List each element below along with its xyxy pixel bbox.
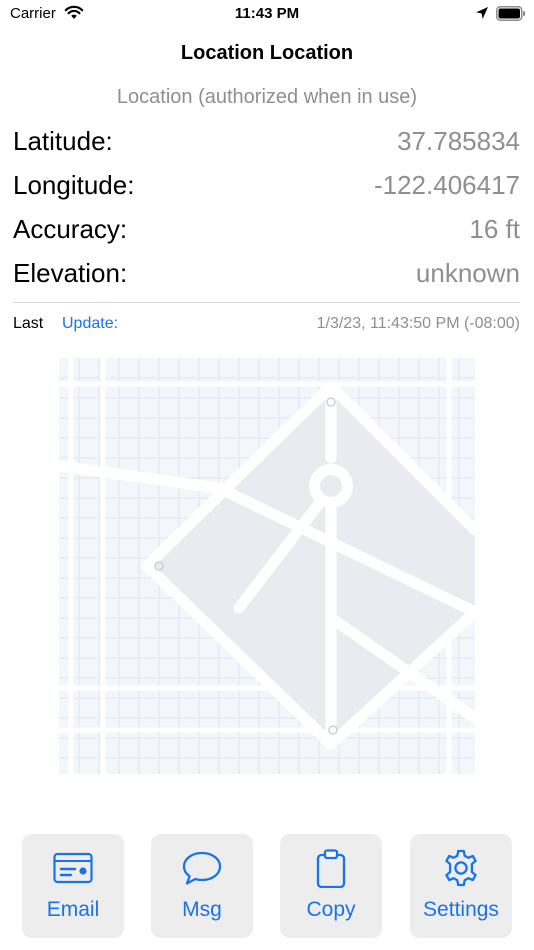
longitude-label: Longitude: xyxy=(13,170,135,200)
divider xyxy=(13,302,520,303)
longitude-row: Longitude: -122.406417 xyxy=(13,170,520,206)
copy-button[interactable]: Copy xyxy=(280,834,382,938)
update-link[interactable]: Update: xyxy=(62,315,118,333)
action-toolbar: Email Msg Copy Settings xyxy=(0,834,534,938)
msg-button-label: Msg xyxy=(182,898,222,921)
email-card-icon xyxy=(53,852,93,884)
email-button-label: Email xyxy=(46,898,100,921)
latitude-value: 37.785834 xyxy=(397,126,520,156)
gear-icon xyxy=(445,849,477,887)
copy-button-label: Copy xyxy=(306,898,356,921)
status-bar: Carrier 11:43 PM xyxy=(0,0,534,30)
authorization-status: Location (authorized when in use) xyxy=(116,86,418,108)
status-time: 11:43 PM xyxy=(234,5,300,22)
longitude-value: -122.406417 xyxy=(373,170,520,200)
page-title: Location Location xyxy=(180,42,354,64)
accuracy-value: 16 ft xyxy=(469,214,520,244)
elevation-value: unknown xyxy=(415,258,520,288)
battery-icon xyxy=(496,6,525,21)
email-button[interactable]: Email xyxy=(22,834,124,938)
latitude-row: Latitude: 37.785834 xyxy=(13,126,520,162)
accuracy-row: Accuracy: 16 ft xyxy=(13,214,520,250)
app-screen: Carrier 11:43 PM Location Location Locat… xyxy=(0,0,534,950)
last-update-label: Last xyxy=(13,315,44,332)
msg-button[interactable]: Msg xyxy=(151,834,253,938)
latitude-label: Latitude: xyxy=(13,126,113,156)
last-update-timestamp: 1/3/23, 11:43:50 PM (-08:00) xyxy=(316,315,520,332)
speech-bubble-icon xyxy=(182,851,222,885)
settings-button[interactable]: Settings xyxy=(410,834,512,938)
clipboard-icon xyxy=(316,849,346,888)
settings-button-label: Settings xyxy=(423,898,499,921)
elevation-label: Elevation: xyxy=(13,258,128,288)
accuracy-label: Accuracy: xyxy=(13,214,128,244)
elevation-row: Elevation: unknown xyxy=(13,258,520,294)
last-update-row: Last Update: 1/3/23, 11:43:50 PM (-08:00… xyxy=(13,315,520,337)
location-map[interactable] xyxy=(59,358,475,774)
location-arrow-icon xyxy=(476,7,488,19)
